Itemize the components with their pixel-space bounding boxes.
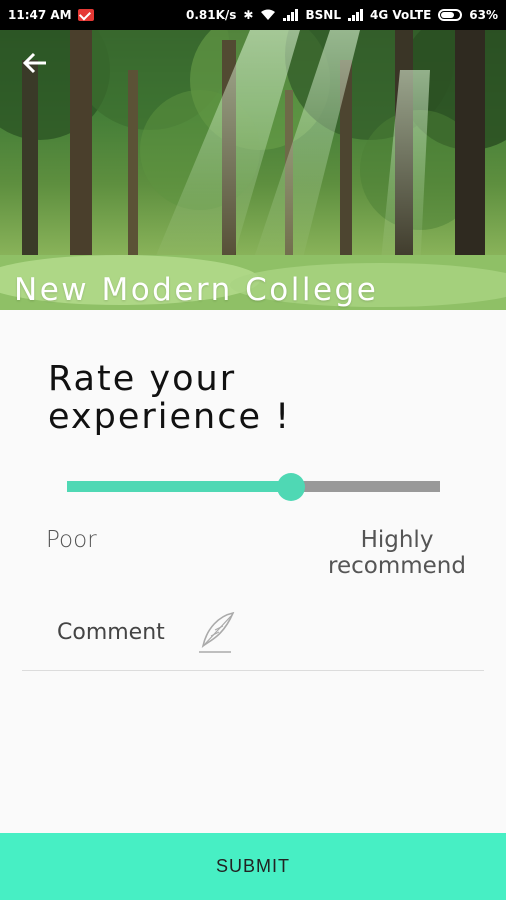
slider-track-fill	[67, 481, 291, 492]
submit-button[interactable]: SUBMIT	[0, 833, 506, 900]
network-speed: 0.81K/s	[185, 8, 237, 22]
carrier-1: BSNL	[305, 8, 341, 22]
battery-icon	[438, 9, 463, 21]
college-title: New Modern College	[14, 272, 379, 308]
battery-percent: 63%	[469, 8, 498, 22]
quill-icon	[199, 611, 235, 653]
max-label: Highly recommend	[328, 527, 466, 579]
header-forest-image: New Modern College	[0, 30, 506, 310]
comment-label: Comment	[57, 620, 165, 645]
slider-thumb[interactable]	[276, 473, 305, 501]
wifi-icon	[261, 9, 276, 20]
signal-icon-2	[347, 9, 363, 21]
carrier-2: 4G VoLTE	[369, 8, 432, 22]
signal-icon-1	[283, 9, 299, 21]
back-button[interactable]	[22, 52, 58, 88]
comment-field[interactable]: Comment	[22, 606, 484, 671]
forest-illustration	[0, 30, 506, 310]
clock: 11:47 AM	[8, 8, 72, 22]
rating-slider[interactable]	[67, 472, 440, 502]
rating-screen: 11:47 AM 0.81K/s ✱ BSNL 4G VoLTE 63% New…	[0, 0, 506, 900]
min-label: Poor	[46, 527, 97, 553]
arrow-left-icon	[22, 52, 46, 74]
status-bar: 11:47 AM 0.81K/s ✱ BSNL 4G VoLTE 63%	[0, 0, 506, 30]
gmail-notification-icon	[77, 9, 94, 21]
rate-heading: Rate your experience !	[48, 359, 292, 437]
bluetooth-icon: ✱	[243, 8, 254, 22]
